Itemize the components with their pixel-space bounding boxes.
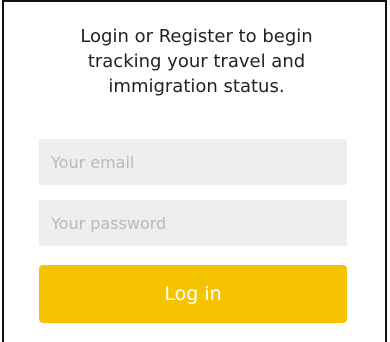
password-field-container xyxy=(39,200,347,246)
intro-line-1: Login or Register to begin xyxy=(80,26,313,47)
login-panel: Login or Register to begin tracking your… xyxy=(2,0,387,342)
intro-text: Login or Register to begin tracking your… xyxy=(4,24,389,99)
password-input[interactable] xyxy=(51,200,335,246)
intro-line-2: tracking your travel and xyxy=(87,51,306,72)
intro-line-3: immigration status. xyxy=(108,76,285,97)
email-input[interactable] xyxy=(51,139,335,185)
email-field-container xyxy=(39,139,347,185)
login-button[interactable]: Log in xyxy=(39,265,347,323)
